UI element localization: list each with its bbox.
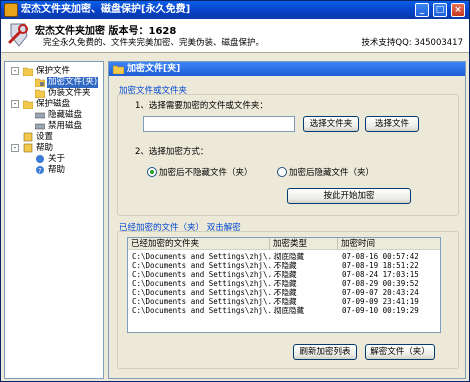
table-row[interactable]: C:\Documents and Settings\zhj\... 不隐藏 07…: [128, 288, 440, 297]
table-row[interactable]: C:\Documents and Settings\zhj\... 不隐藏 07…: [128, 261, 440, 270]
header-banner: 宏杰文件夹加密 版本号：1628 完全永久免费的、文件夹完美加密、完美伪装、磁盘…: [1, 19, 469, 53]
cell-path: C:\Documents and Settings\zhj\...: [132, 297, 282, 306]
cell-path: C:\Documents and Settings\zhj\...: [132, 252, 282, 261]
select-folder-button[interactable]: 选择文件夹: [303, 116, 359, 132]
cell-time: 07-09-10 00:19:29: [342, 306, 419, 315]
help-icon: ?: [36, 166, 44, 175]
tree-label: 保护文件: [36, 66, 71, 76]
radio-no-hide[interactable]: [147, 167, 157, 177]
table-row[interactable]: C:\Documents and Settings\zhj\... 彻底隐藏 0…: [128, 252, 440, 261]
cell-type: 彻底隐藏: [274, 306, 304, 315]
step2-label: 2、选择加密方式：: [135, 147, 209, 157]
lock-folder-icon: [35, 78, 45, 87]
cell-path: C:\Documents and Settings\zhj\...: [132, 270, 282, 279]
cell-path: C:\Documents and Settings\zhj\...: [132, 261, 282, 270]
app-window: 宏杰文件夹加密、磁盘保护[永久免费] _ □ × 宏杰文件夹加密 版本号：162…: [0, 0, 470, 382]
cell-time: 07-08-24 17:03:15: [342, 270, 419, 279]
svg-text:?: ?: [38, 167, 42, 175]
cell-type: 彻底隐藏: [274, 252, 304, 261]
table-row[interactable]: C:\Documents and Settings\zhj\... 不隐藏 07…: [128, 270, 440, 279]
tree-label: 关于: [48, 154, 66, 164]
cell-path: C:\Documents and Settings\zhj\...: [132, 279, 282, 288]
tree-label: 伪装文件夹: [48, 88, 91, 98]
cell-time: 07-09-09 23:41:19: [342, 297, 419, 306]
folder-icon: [113, 65, 124, 74]
settings-icon: [23, 132, 33, 142]
cell-type: 不隐藏: [274, 261, 297, 270]
folder-icon: [23, 67, 33, 76]
refresh-list-button[interactable]: 刷新加密列表: [293, 344, 357, 360]
table-row[interactable]: C:\Documents and Settings\zhj\... 彻底隐藏 0…: [128, 306, 440, 315]
radio-no-hide-label[interactable]: 加密后不隐藏文件（夹）: [159, 166, 253, 178]
cell-type: 不隐藏: [274, 288, 297, 297]
cell-time: 07-09-07 20:43:24: [342, 288, 419, 297]
minimize-button[interactable]: _: [415, 3, 429, 17]
tree-label: 保护磁盘: [36, 99, 71, 109]
cell-type: 不隐藏: [274, 270, 297, 279]
select-file-button[interactable]: 选择文件: [365, 116, 419, 132]
window-title: 宏杰文件夹加密、磁盘保护[永久免费]: [21, 4, 191, 15]
encrypted-table[interactable]: 已经加密的文件夹 加密类型 加密时间 C:\Documents and Sett…: [127, 237, 441, 333]
decrypt-button[interactable]: 解密文件（夹）: [365, 344, 435, 360]
tree-label: 设置: [36, 132, 54, 142]
folder-icon: [23, 100, 33, 109]
cell-time: 07-08-16 00:57:42: [342, 252, 419, 261]
collapse-icon[interactable]: -: [11, 67, 19, 75]
cell-time: 07-08-29 00:39:52: [342, 279, 419, 288]
header-title: 宏杰文件夹加密 版本号：1628: [35, 26, 177, 37]
collapse-icon[interactable]: -: [11, 100, 19, 108]
step1-label: 1、选择需要加密的文件或文件夹：: [135, 101, 268, 111]
folder-icon: [35, 89, 45, 98]
cell-path: C:\Documents and Settings\zhj\...: [132, 288, 282, 297]
cell-time: 07-08-19 18:51:22: [342, 261, 419, 270]
start-encrypt-button[interactable]: 按此开始加密: [287, 188, 411, 204]
nav-tree[interactable]: - 保护文件 加密文件(夹) 伪装文件夹 - 保护磁盘 隐藏磁盘 禁用磁盘 设置: [4, 61, 104, 379]
support-qq: 技术支持QQ: 345003417: [361, 38, 463, 48]
tree-label: 隐藏磁盘: [48, 110, 83, 120]
title-bar[interactable]: 宏杰文件夹加密、磁盘保护[永久免费] _ □ ×: [1, 1, 469, 19]
help-book-icon: [23, 143, 33, 153]
radio-hide[interactable]: [277, 167, 287, 177]
about-icon: [36, 155, 44, 163]
disk-icon: [35, 112, 45, 119]
panel-title: 加密文件[夹]: [127, 64, 181, 74]
tree-label: 帮助: [48, 165, 66, 175]
col-header-type[interactable]: 加密类型: [270, 238, 338, 250]
tree-label: 加密文件(夹): [47, 77, 99, 88]
col-header-time[interactable]: 加密时间: [338, 238, 440, 250]
close-button[interactable]: ×: [451, 3, 465, 17]
tree-label: 帮助: [36, 143, 54, 153]
cell-type: 不隐藏: [274, 297, 297, 306]
tree-label: 禁用磁盘: [48, 121, 83, 131]
table-row[interactable]: C:\Documents and Settings\zhj\... 不隐藏 07…: [128, 297, 440, 306]
table-row[interactable]: C:\Documents and Settings\zhj\... 不隐藏 07…: [128, 279, 440, 288]
header-subtitle: 完全永久免费的、文件夹完美加密、完美伪装、磁盘保护。: [43, 38, 265, 48]
maximize-button[interactable]: □: [433, 3, 447, 17]
cell-type: 不隐藏: [274, 279, 297, 288]
col-header-folder[interactable]: 已经加密的文件夹: [128, 238, 270, 250]
app-icon: [4, 3, 18, 17]
wrench-shield-icon: [8, 23, 28, 47]
cell-path: C:\Documents and Settings\zhj\...: [132, 306, 282, 315]
disk-icon: [35, 123, 45, 130]
path-input[interactable]: [143, 116, 295, 132]
radio-hide-label[interactable]: 加密后隐藏文件（夹）: [289, 166, 374, 178]
collapse-icon[interactable]: -: [11, 144, 19, 152]
panel-header: 加密文件[夹]: [109, 62, 465, 76]
